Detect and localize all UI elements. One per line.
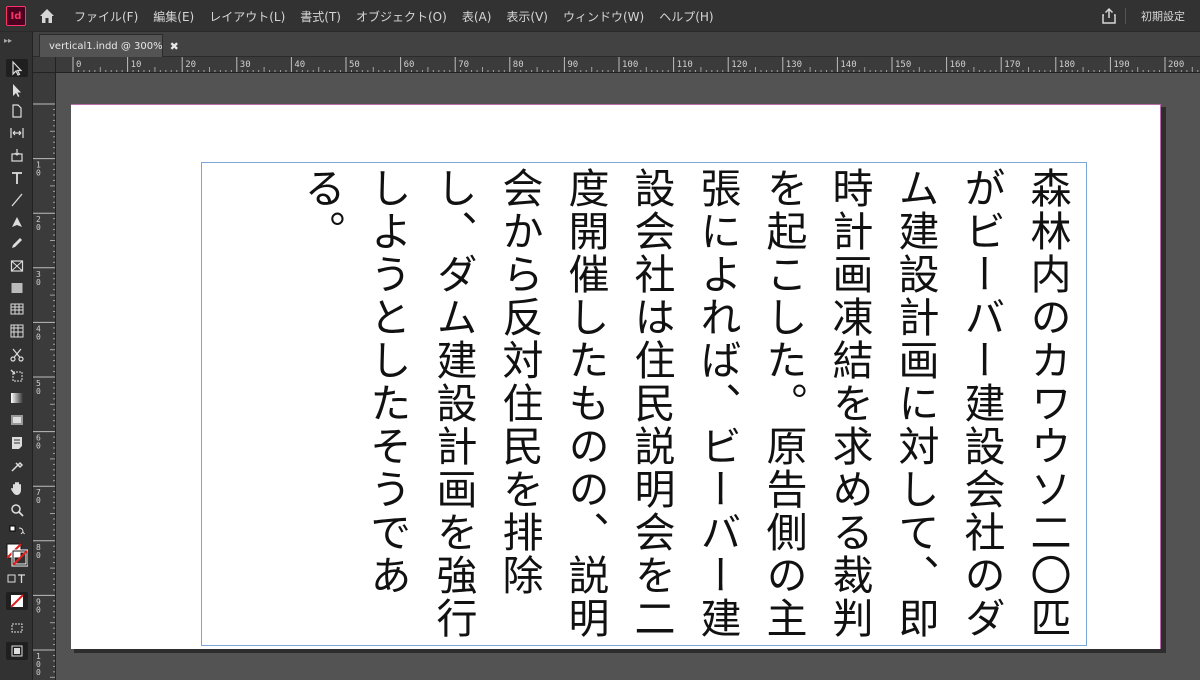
ruler-label: 70 (458, 60, 469, 70)
preview-mode-icon[interactable] (6, 642, 28, 660)
main-menu: ファイル(F) 編集(E) レイアウト(L) 書式(T) オブジェクト(O) 表… (74, 0, 729, 32)
content-collector-icon[interactable] (6, 146, 28, 164)
panel-collapse-icon[interactable]: ▸▸ (4, 36, 12, 45)
rectangle-frame-tool-icon[interactable] (6, 257, 28, 275)
pen-tool-icon[interactable] (6, 213, 28, 231)
menu-file[interactable]: ファイル(F) (74, 8, 138, 25)
free-transform-tool-icon[interactable] (6, 367, 28, 385)
ruler-label: 0 (36, 278, 41, 287)
ruler-label: 40 (294, 60, 305, 70)
hand-tool-icon[interactable] (6, 479, 28, 497)
ruler-label: 0 (36, 387, 41, 396)
menu-edit[interactable]: 編集(E) (153, 8, 194, 25)
ruler-label: 200 (1168, 60, 1184, 70)
ruler-label: 0 (36, 668, 41, 677)
note-tool-icon[interactable] (6, 434, 28, 452)
horizontal-ruler[interactable]: 0 10 20 30 40 50 60 70 80 90 100 110 120 130 140 150 160… (56, 57, 1200, 73)
ruler-label: 50 (349, 60, 360, 70)
ruler-label: 0 (36, 332, 41, 341)
ruler-label: 0 (36, 496, 41, 505)
menu-type[interactable]: 書式(T) (300, 8, 341, 25)
selection-tool-icon[interactable] (6, 59, 28, 77)
tools-panel: ▸▸ (0, 32, 33, 680)
ruler-label: 100 (622, 60, 638, 70)
grid-icon[interactable] (6, 322, 28, 340)
ruler-label: 0 (36, 551, 41, 560)
menu-layout[interactable]: レイアウト(L) (209, 8, 285, 25)
document-tab[interactable]: vertical1.indd @ 300% ✖ (39, 34, 179, 57)
ruler-label: 0 (36, 223, 41, 232)
scissors-tool-icon[interactable] (6, 346, 28, 364)
apply-none-icon[interactable] (6, 592, 28, 610)
document-tab-bar: vertical1.indd @ 300% ✖ (33, 32, 1200, 57)
table-icon[interactable] (6, 300, 28, 318)
type-tool-icon[interactable] (6, 169, 28, 187)
vertical-ruler[interactable]: 102030405060708090100 (33, 73, 56, 680)
horizontal-ruler-ticks: 0 10 20 30 40 50 60 70 80 90 100 110 120 130 140 150 160… (72, 57, 1199, 72)
ruler-label: 170 (1004, 60, 1020, 70)
vertical-body-text[interactable]: 森林内のカワウソ二〇匹がビーバー建設会社のダム建設計画に対して、即時計画凍結を求… (250, 167, 1080, 643)
ruler-label: 20 (185, 60, 196, 70)
ruler-label: 190 (1113, 60, 1129, 70)
menu-table[interactable]: 表(A) (462, 8, 492, 25)
line-tool-icon[interactable] (6, 191, 28, 209)
ruler-label: 0 (36, 442, 41, 451)
pencil-tool-icon[interactable] (6, 234, 28, 252)
format-container-text-icon[interactable] (6, 572, 28, 586)
document-tab-label: vertical1.indd @ 300% (49, 40, 163, 52)
menu-object[interactable]: オブジェクト(O) (356, 8, 447, 25)
direct-selection-tool-icon[interactable] (6, 81, 28, 99)
ruler-label: 60 (404, 60, 415, 70)
ruler-label: 140 (840, 60, 856, 70)
gradient-swatch-tool-icon[interactable] (6, 389, 28, 407)
eyedropper-tool-icon[interactable] (6, 457, 28, 475)
workspace-switcher[interactable]: 初期設定 (1141, 8, 1185, 24)
default-colors-icon[interactable] (6, 525, 28, 537)
ruler-label: 90 (567, 60, 578, 70)
page-tool-icon[interactable] (6, 102, 28, 120)
ruler-label: 30 (240, 60, 251, 70)
ruler-label: 180 (1059, 60, 1075, 70)
close-icon[interactable]: ✖ (170, 40, 179, 53)
pasteboard[interactable]: 森林内のカワウソ二〇匹がビーバー建設会社のダム建設計画に対して、即時計画凍結を求… (56, 73, 1200, 680)
ruler-label: 0 (36, 605, 41, 614)
menu-window[interactable]: ウィンドウ(W) (563, 8, 644, 25)
ruler-label: 80 (513, 60, 524, 70)
screen-mode-icon[interactable] (6, 619, 28, 637)
ruler-label: 130 (786, 60, 802, 70)
ruler-label: 110 (677, 60, 693, 70)
zoom-tool-icon[interactable] (6, 501, 28, 519)
menu-separator (1125, 8, 1126, 24)
ruler-origin[interactable] (33, 57, 56, 73)
indesign-app-icon: Id (6, 6, 26, 26)
rectangle-tool-icon[interactable] (6, 279, 28, 297)
text-frame[interactable]: 森林内のカワウソ二〇匹がビーバー建設会社のダム建設計画に対して、即時計画凍結を求… (201, 162, 1087, 646)
menu-help[interactable]: ヘルプ(H) (659, 8, 713, 25)
ruler-label: 10 (131, 60, 142, 70)
document-page[interactable]: 森林内のカワウソ二〇匹がビーバー建設会社のダム建設計画に対して、即時計画凍結を求… (71, 104, 1161, 649)
fill-stroke-swatch[interactable] (6, 542, 28, 568)
ruler-label: 120 (731, 60, 747, 70)
ruler-label: 0 (36, 169, 41, 178)
vertical-ruler-ticks: 102030405060708090100 (33, 103, 55, 678)
ruler-label: 0 (76, 60, 81, 70)
menu-view[interactable]: 表示(V) (506, 8, 548, 25)
ruler-label: 160 (950, 60, 966, 70)
menu-bar: Id ファイル(F) 編集(E) レイアウト(L) 書式(T) オブジェクト(O… (0, 0, 1200, 32)
ruler-label: 150 (895, 60, 911, 70)
gradient-feather-tool-icon[interactable] (6, 411, 28, 429)
home-icon[interactable] (38, 7, 56, 25)
share-icon[interactable] (1100, 7, 1118, 25)
gap-tool-icon[interactable] (6, 124, 28, 142)
